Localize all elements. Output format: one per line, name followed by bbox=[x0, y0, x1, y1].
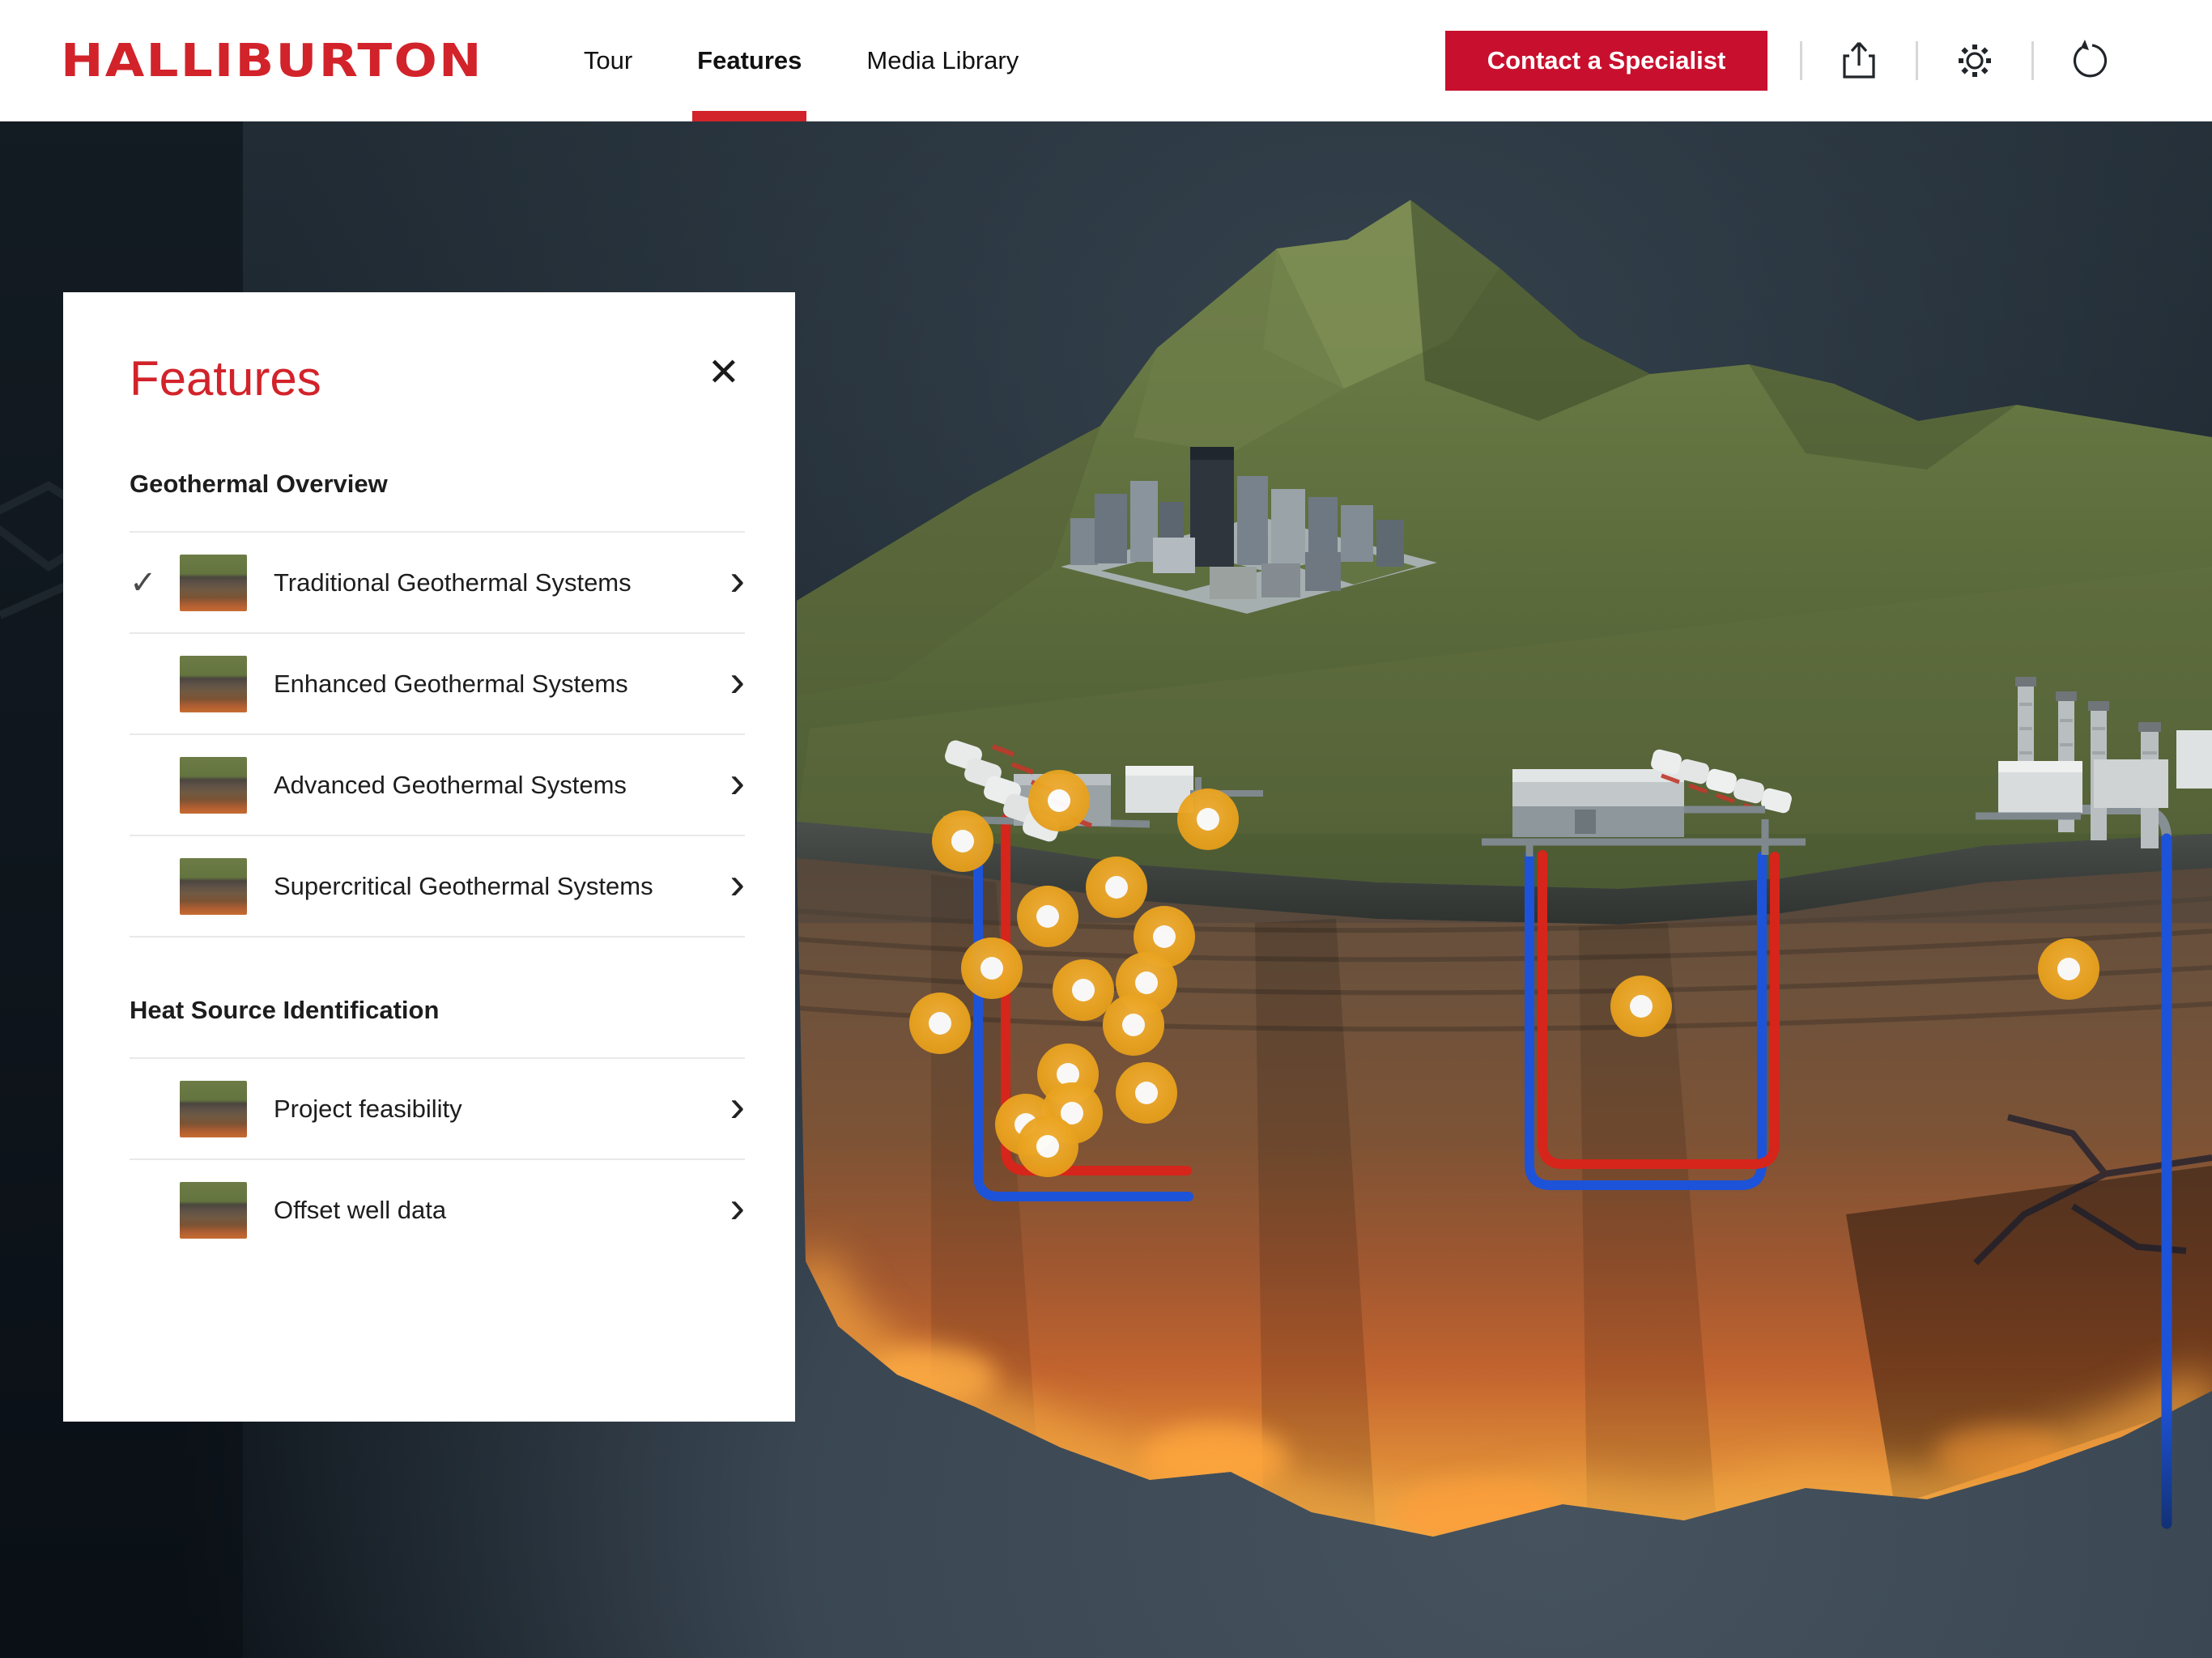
section-heat-source-identification: Heat Source Identification Project feasi… bbox=[63, 996, 795, 1260]
tab-tour[interactable]: Tour bbox=[584, 0, 632, 121]
section-geothermal-overview: Geothermal Overview ✓ Traditional Geothe… bbox=[63, 470, 795, 937]
hotspot-dot bbox=[929, 1012, 951, 1035]
hotspot-dot bbox=[2057, 958, 2080, 980]
halliburton-logo: HALLIBURTON bbox=[61, 35, 483, 87]
features-panel: Features ✕ Geothermal Overview ✓ Traditi… bbox=[63, 292, 795, 1422]
hotspot-dot bbox=[951, 830, 974, 852]
hotspot-marker[interactable] bbox=[1103, 994, 1164, 1056]
section-heading: Heat Source Identification bbox=[63, 996, 795, 1025]
nav-actions: Contact a Specialist bbox=[1445, 31, 2115, 91]
top-navigation: HALLIBURTON Tour Features Media Library … bbox=[0, 0, 2212, 121]
chevron-right-icon: › bbox=[730, 861, 745, 912]
section-heading: Geothermal Overview bbox=[63, 470, 795, 499]
hotspot-marker[interactable] bbox=[961, 937, 1023, 999]
hotspot-marker[interactable] bbox=[2038, 938, 2099, 1000]
item-thumbnail bbox=[180, 555, 247, 611]
reset-icon[interactable] bbox=[2066, 36, 2115, 85]
hotspot-marker[interactable] bbox=[1177, 789, 1239, 850]
list-item-supercritical-geothermal[interactable]: Supercritical Geothermal Systems › bbox=[130, 835, 745, 936]
panel-title: Features bbox=[130, 351, 321, 406]
item-thumbnail bbox=[180, 1081, 247, 1137]
divider bbox=[2031, 41, 2034, 80]
hotspot-marker[interactable] bbox=[1017, 1116, 1078, 1177]
chevron-right-icon: › bbox=[730, 759, 745, 811]
nav-tabs: Tour Features Media Library bbox=[584, 0, 1019, 121]
share-icon[interactable] bbox=[1835, 36, 1883, 85]
chevron-right-icon: › bbox=[730, 1184, 745, 1236]
settings-icon[interactable] bbox=[1950, 36, 1999, 85]
hotspot-dot bbox=[1630, 995, 1653, 1018]
contact-specialist-button[interactable]: Contact a Specialist bbox=[1445, 31, 1767, 91]
chevron-right-icon: › bbox=[730, 658, 745, 710]
hotspot-dot bbox=[1105, 876, 1128, 899]
divider bbox=[1800, 41, 1802, 80]
hotspot-dot bbox=[1122, 1014, 1145, 1036]
close-icon[interactable]: ✕ bbox=[701, 351, 747, 396]
list-item-offset-well-data[interactable]: Offset well data › bbox=[130, 1158, 745, 1260]
item-thumbnail bbox=[180, 858, 247, 915]
tab-media-library[interactable]: Media Library bbox=[866, 0, 1019, 121]
hotspot-dot bbox=[1197, 808, 1219, 831]
divider bbox=[1916, 41, 1918, 80]
hotspot-dot bbox=[1135, 971, 1158, 994]
chevron-right-icon: › bbox=[730, 557, 745, 609]
tab-features[interactable]: Features bbox=[697, 0, 802, 121]
item-thumbnail bbox=[180, 757, 247, 814]
item-thumbnail bbox=[180, 1182, 247, 1239]
hotspot-dot bbox=[1036, 1135, 1059, 1158]
hotspot-dot bbox=[1153, 925, 1176, 948]
list-item-traditional-geothermal[interactable]: ✓ Traditional Geothermal Systems › bbox=[130, 531, 745, 632]
hotspot-marker[interactable] bbox=[1017, 886, 1078, 947]
hotspot-marker[interactable] bbox=[1116, 1062, 1177, 1124]
hotspot-dot bbox=[1072, 979, 1095, 1001]
hotspot-marker[interactable] bbox=[1610, 976, 1672, 1037]
hotspot-dot bbox=[1048, 789, 1070, 812]
hotspot-marker[interactable] bbox=[909, 993, 971, 1054]
hotspot-marker[interactable] bbox=[932, 810, 993, 872]
check-icon: ✓ bbox=[130, 564, 180, 602]
chevron-right-icon: › bbox=[730, 1083, 745, 1135]
hotspot-marker[interactable] bbox=[1086, 857, 1147, 918]
list-item-enhanced-geothermal[interactable]: Enhanced Geothermal Systems › bbox=[130, 632, 745, 733]
hotspot-dot bbox=[981, 957, 1003, 980]
hotspot-dot bbox=[1135, 1082, 1158, 1104]
active-tab-underline bbox=[692, 111, 806, 121]
list-item-advanced-geothermal[interactable]: Advanced Geothermal Systems › bbox=[130, 733, 745, 835]
list-item-project-feasibility[interactable]: Project feasibility › bbox=[130, 1057, 745, 1158]
hotspot-marker[interactable] bbox=[1028, 770, 1090, 831]
hotspot-dot bbox=[1036, 905, 1059, 928]
item-thumbnail bbox=[180, 656, 247, 712]
